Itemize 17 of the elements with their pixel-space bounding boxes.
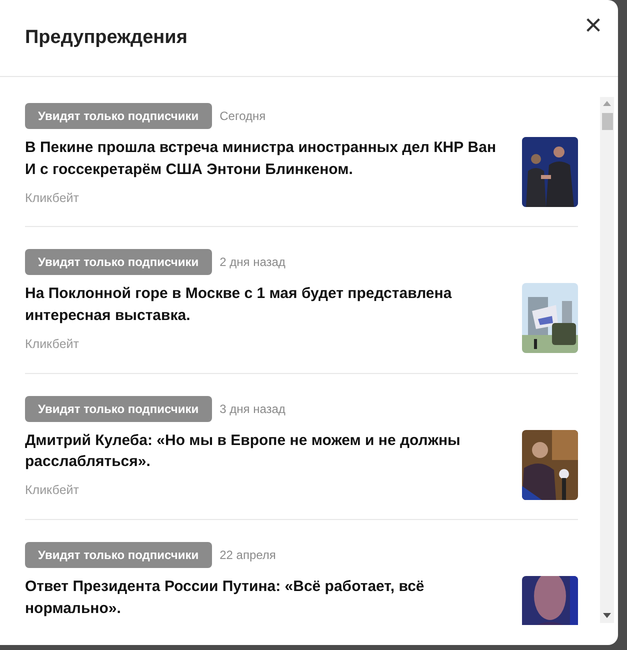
reason-label: Кликбейт: [25, 190, 80, 206]
date-label: Сегодня: [220, 108, 266, 125]
news-title[interactable]: В Пекине прошла встреча министра иностранных дел КНР Ван И с госсекретарём США Энтони Блинкеном.: [25, 137, 506, 180]
visibility-tag: Увидят только подписчики: [25, 396, 212, 422]
dialog-title: Предупреждения: [25, 26, 188, 50]
news-title[interactable]: На Поклонной горе в Москве с 1 мая будет представлена интересная выставка.: [25, 283, 506, 327]
news-title[interactable]: Ответ Президента России Путина: «Всё работает, всё нормально».: [25, 576, 506, 620]
visibility-tag: Увидят только подписчики: [25, 103, 212, 129]
date-label: 2 дня назад: [220, 254, 286, 272]
reason-label: Кликбейт: [25, 482, 80, 499]
reason-label: Кликбейт: [25, 336, 80, 353]
visibility-tag: Увидят только подписчики: [25, 542, 212, 568]
date-label: 3 дня назад: [220, 400, 286, 418]
close-button[interactable]: ×: [580, 10, 606, 40]
news-title[interactable]: Дмитрий Кулеба: «Но мы в Европе не можем и не должны расслабляться».: [25, 430, 506, 473]
date-label: 22 апреля: [220, 546, 276, 564]
visibility-tag: Увидят только подписчики: [25, 249, 212, 276]
